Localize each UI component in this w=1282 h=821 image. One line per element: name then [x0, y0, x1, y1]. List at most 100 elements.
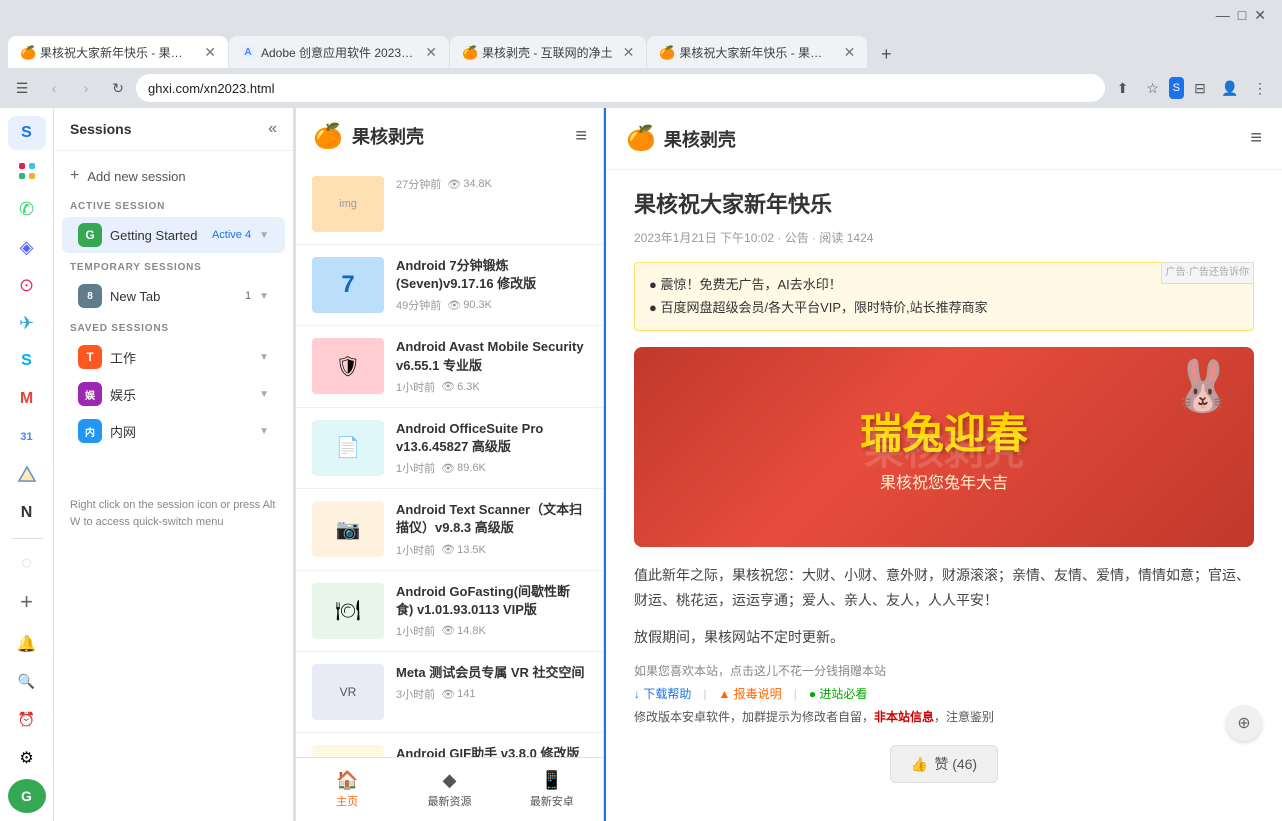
ad-line1: ● 震惊！免费无广告，AI去水印！	[649, 273, 1239, 296]
link-download-help[interactable]: ↓ 下载帮助	[634, 685, 691, 702]
content-views-0: 👁 90.3K	[447, 299, 492, 312]
article-header: 🍊 果核剥壳 ≡	[606, 108, 1282, 170]
content-title-2: Android OfficeSuite Pro v13.6.45827 高级版	[396, 420, 587, 456]
session-new-tab[interactable]: 8 New Tab 1 ▼	[62, 278, 285, 314]
add-session-btn[interactable]: + Add new session	[54, 159, 293, 193]
content-thumb-top: img	[312, 176, 384, 232]
link-virus-report[interactable]: ▲ 报毒说明	[718, 685, 781, 702]
sessions-collapse-btn[interactable]: «	[268, 120, 277, 138]
sidebar-item-skype[interactable]: S	[8, 344, 46, 378]
sidebar-notifications[interactable]: 🔔	[8, 627, 46, 661]
sidebar-item-instagram[interactable]: ⊙	[8, 268, 46, 302]
forward-btn[interactable]: ›	[72, 74, 100, 102]
sidebar-item-drive[interactable]	[8, 458, 46, 492]
ad-label: 广告·广告还告诉你	[1161, 262, 1254, 284]
extension-btn[interactable]: S	[1169, 77, 1184, 99]
content-info-5: Meta 测试会员专属 VR 社交空间 3小时前 👁 141	[396, 664, 587, 702]
tab-4[interactable]: 🍊 果核祝大家新年快乐 - 果核剥壳 ✕	[647, 36, 867, 68]
session-work[interactable]: T 工作 ▼	[62, 339, 285, 375]
active-session-label: ACTIVE SESSION	[54, 193, 293, 216]
tab-bar: 🍊 果核祝大家新年快乐 - 果核剥壳 ✕ A Adobe 创意应用软件 2023…	[0, 30, 1282, 68]
sidebar-toggle-btn[interactable]: ☰	[8, 74, 36, 102]
sidebar-account[interactable]: G	[8, 779, 46, 813]
back-btn[interactable]: ‹	[40, 74, 68, 102]
sessions-panel: Sessions « + Add new session ACTIVE SESS…	[54, 108, 294, 821]
tab-title-1: 果核祝大家新年快乐 - 果核剥壳	[40, 44, 194, 61]
sidebar-history[interactable]: ⏰	[8, 703, 46, 737]
session-intranet[interactable]: 内 内网 ▼	[62, 413, 285, 449]
address-input[interactable]	[136, 74, 1105, 102]
toolbar-actions: ⬆ ☆ S ⊟ 👤 ⋮	[1109, 74, 1274, 102]
content-list-hamburger[interactable]: ≡	[575, 125, 587, 148]
article-panel: 🍊 果核剥壳 ≡ 果核祝大家新年快乐 2023年1月21日 下午10:02 · …	[604, 108, 1282, 821]
sidebar-item-discord[interactable]: ◈	[8, 230, 46, 264]
reload-btn[interactable]: ↻	[104, 74, 132, 102]
sidebar-item-telegram[interactable]: ✈	[8, 306, 46, 340]
sidebar-item-slack[interactable]	[8, 154, 46, 188]
share-btn[interactable]: ⬆	[1109, 74, 1137, 102]
new-tab-button[interactable]: +	[872, 40, 900, 68]
sidebar-item-add[interactable]: +	[8, 585, 46, 619]
article-warning-text: 修改版本安卓软件，加群提示为修改者自留，非本站信息，注意鉴别	[634, 708, 1254, 725]
content-info-4: Android GoFasting(间歇性断食) v1.01.93.0113 V…	[396, 583, 587, 639]
content-item-top[interactable]: img 27分钟前 👁 34.8K	[296, 164, 603, 245]
split-view-btn[interactable]: ⊟	[1186, 74, 1214, 102]
sidebar-item-whatsapp[interactable]: ✆	[8, 192, 46, 226]
bookmark-btn[interactable]: ☆	[1139, 74, 1167, 102]
content-item-5[interactable]: VR Meta 测试会员专属 VR 社交空间 3小时前 👁 141	[296, 652, 603, 733]
content-item-4[interactable]: 🍽 Android GoFasting(间歇性断食) v1.01.93.0113…	[296, 571, 603, 652]
tab-close-2[interactable]: ✕	[425, 45, 437, 59]
content-time-2: 1小时前	[396, 460, 435, 476]
bottom-nav-latest[interactable]: ◆ 最新资源	[398, 766, 500, 813]
article-meta: 2023年1月21日 下午10:02 · 公告 · 阅读 1424	[634, 229, 1254, 246]
sidebar-settings[interactable]: ⚙	[8, 741, 46, 775]
content-item-0[interactable]: 7 Android 7分钟锻炼(Seven)v9.17.16 修改版 49分钟前…	[296, 245, 603, 326]
content-meta-2: 1小时前 👁 89.6K	[396, 460, 587, 476]
share-float-btn[interactable]: ⊕	[1226, 705, 1262, 741]
bottom-nav-android[interactable]: 📱 最新安卓	[501, 766, 603, 813]
menu-btn[interactable]: ⋮	[1246, 74, 1274, 102]
site-logo-text: 果核剥壳	[352, 123, 424, 149]
sidebar-item-gmail[interactable]: M	[8, 382, 46, 416]
content-title-1: Android Avast Mobile Security v6.55.1 专业…	[396, 338, 587, 374]
content-thumb-icon-top: img	[339, 198, 357, 210]
add-session-label: Add new session	[87, 169, 185, 184]
tab-close-3[interactable]: ✕	[623, 45, 635, 59]
sidebar-item-sidebery[interactable]: S	[8, 116, 46, 150]
link-site-guide[interactable]: ● 进站必看	[809, 685, 868, 702]
sidebar-item-notion[interactable]: N	[8, 496, 46, 530]
content-thumb-3: 📷	[312, 501, 384, 557]
sidebar-item-calendar[interactable]: 31	[8, 420, 46, 454]
tab-close-4[interactable]: ✕	[844, 45, 856, 59]
content-item-3[interactable]: 📷 Android Text Scanner（文本扫描仪）v9.8.3 高级版 …	[296, 489, 603, 570]
window-close[interactable]: ✕	[1254, 7, 1266, 24]
sessions-hint: Right click on the session icon or press…	[54, 489, 293, 538]
sidebar-search[interactable]: 🔍	[8, 665, 46, 699]
session-avatar-intranet: 内	[78, 419, 102, 443]
tab-3[interactable]: 🍊 果核剥壳 - 互联网的净土 ✕	[450, 36, 646, 68]
tab-2[interactable]: A Adobe 创意应用软件 2023 合集 ✕	[229, 36, 449, 68]
highlight-text: 非本站信息	[874, 710, 934, 724]
content-item-6[interactable]: gif Android GIF助手 v3.8.0 修改版 3小时前 👁 28.5…	[296, 733, 603, 757]
session-name-getting-started: Getting Started	[110, 228, 204, 243]
banner-watermark: 果核剥壳	[864, 418, 1024, 476]
window-maximize[interactable]: □	[1238, 7, 1246, 24]
session-entertainment[interactable]: 娱 娱乐 ▼	[62, 376, 285, 412]
article-title: 果核祝大家新年快乐	[634, 190, 1254, 221]
bottom-nav-home[interactable]: 🏠 主页	[296, 766, 398, 813]
content-meta-3: 1小时前 👁 13.5K	[396, 542, 587, 558]
tab-close-1[interactable]: ✕	[204, 45, 216, 59]
account-btn[interactable]: 👤	[1216, 74, 1244, 102]
tab-1[interactable]: 🍊 果核祝大家新年快乐 - 果核剥壳 ✕	[8, 36, 228, 68]
like-button[interactable]: 👍 赞 (46)	[890, 745, 998, 783]
tab-favicon-4: 🍊	[659, 45, 673, 59]
content-item-2[interactable]: 📄 Android OfficeSuite Pro v13.6.45827 高级…	[296, 408, 603, 489]
content-item-1[interactable]: 🛡 Android Avast Mobile Security v6.55.1 …	[296, 326, 603, 407]
sidebar-item-circle[interactable]: ○	[8, 547, 46, 581]
article-hamburger[interactable]: ≡	[1250, 127, 1262, 150]
window-minimize[interactable]: —	[1216, 7, 1230, 24]
tab-favicon-3: 🍊	[462, 45, 476, 59]
content-info-2: Android OfficeSuite Pro v13.6.45827 高级版 …	[396, 420, 587, 476]
content-thumb-0: 7	[312, 257, 384, 313]
session-getting-started[interactable]: G Getting Started Active 4 ▼	[62, 217, 285, 253]
